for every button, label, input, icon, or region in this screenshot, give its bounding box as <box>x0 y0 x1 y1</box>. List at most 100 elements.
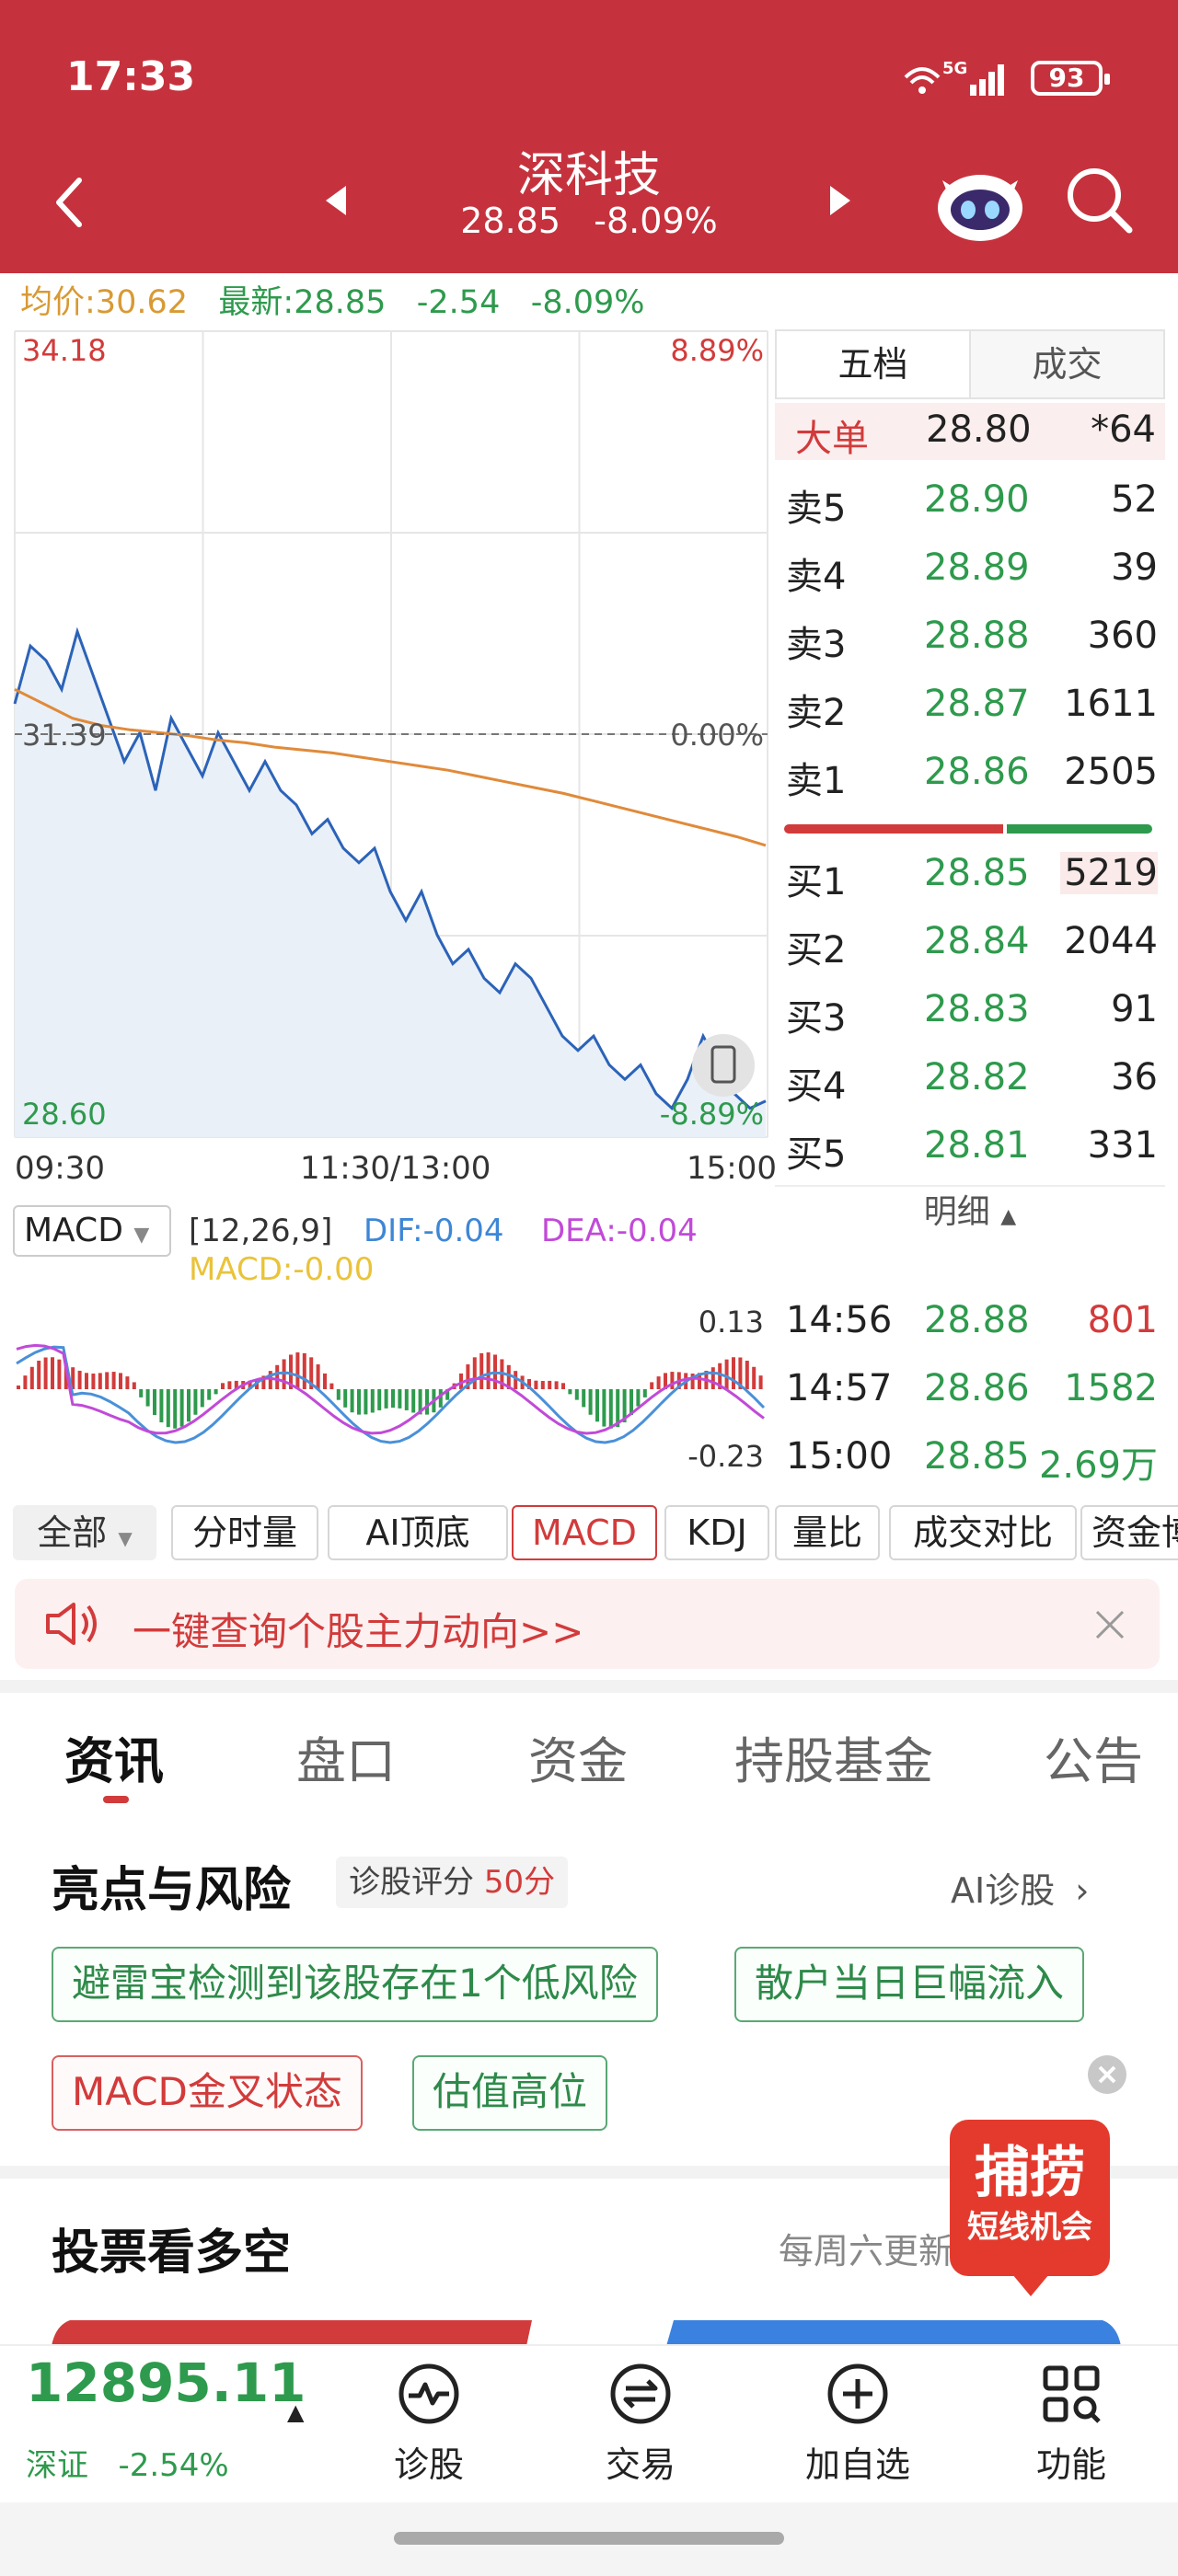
macd-bar <box>602 1389 606 1427</box>
prev-stock-icon[interactable] <box>322 182 350 219</box>
macd-bar <box>384 1389 388 1409</box>
macd-bar <box>472 1357 477 1389</box>
macd-bar <box>111 1372 116 1389</box>
nav-trade[interactable]: 交易 <box>576 2361 705 2490</box>
dea-line <box>16 1343 765 1435</box>
macd-bar <box>214 1389 218 1395</box>
y-bottom-price: 28.60 <box>22 1097 107 1132</box>
intraday-chart[interactable]: 34.18 8.89% 31.39 0.00% 28.60 -8.89% <box>13 329 773 1141</box>
caret-up-icon[interactable]: ▲ <box>287 2399 304 2425</box>
robot-assistant-icon[interactable] <box>930 162 1031 245</box>
ask-row: 卖2 28.87 1611 <box>786 683 1158 734</box>
ai-diagnose-label: AI诊股 <box>951 1870 1056 1911</box>
macd-bar <box>425 1389 429 1415</box>
vote-ratio-bar <box>52 2320 1121 2346</box>
macd-bar <box>77 1370 82 1389</box>
tab-five-levels[interactable]: 五档 <box>777 331 971 397</box>
nav-functions[interactable]: 功能 <box>1007 2361 1136 2490</box>
macd-bar <box>588 1389 593 1415</box>
tag-retail-inflow[interactable]: 散户当日巨幅流入 <box>734 1947 1085 2022</box>
macd-bar <box>29 1366 34 1389</box>
macd-bar <box>37 1360 41 1389</box>
latest-price-label: 最新: <box>218 284 294 321</box>
macd-bar <box>636 1389 641 1407</box>
tab-volume-ratio[interactable]: 量比 <box>775 1505 880 1560</box>
tab-ai-top-bottom[interactable]: AI顶底 <box>328 1505 508 1560</box>
add-icon <box>827 2363 888 2424</box>
nav-functions-label: 功能 <box>1035 2444 1106 2485</box>
macd-bar <box>132 1382 136 1389</box>
tag-low-risk[interactable]: 避雷宝检测到该股存在1个低风险 <box>52 1947 658 2022</box>
macd-bar <box>656 1376 661 1389</box>
macd-bar <box>377 1389 382 1410</box>
macd-bar <box>758 1375 763 1389</box>
tab-holding-funds[interactable]: 持股基金 <box>734 1720 933 1793</box>
tab-trade-compare[interactable]: 成交对比 <box>889 1505 1077 1560</box>
tab-capital[interactable]: 资金博 <box>1080 1505 1178 1560</box>
trade-detail-toggle[interactable]: 明细 ▲ <box>775 1185 1165 1240</box>
indicator-dropdown[interactable]: MACD ▼ <box>13 1205 171 1257</box>
chevron-down-icon: ▼ <box>133 1224 150 1247</box>
nav-diagnose[interactable]: 诊股 <box>364 2361 493 2490</box>
section-divider <box>0 1680 1178 1693</box>
tab-news[interactable]: 资讯 <box>64 1720 164 1793</box>
tag-high-valuation[interactable]: 估值高位 <box>412 2055 608 2131</box>
macd-bar <box>17 1386 20 1389</box>
tab-capital-flow[interactable]: 资金 <box>528 1720 628 1793</box>
macd-bar <box>710 1367 715 1389</box>
stock-price-line: 28.85 -8.09% <box>405 201 773 241</box>
macd-bar <box>534 1380 538 1389</box>
macd-histogram <box>17 1351 763 1429</box>
nav-add-watchlist[interactable]: 加自选 <box>793 2361 922 2490</box>
macd-bar <box>193 1389 198 1415</box>
chevron-up-icon: ▲ <box>1000 1205 1017 1228</box>
tab-kdj[interactable]: KDJ <box>664 1505 769 1560</box>
macd-bar <box>227 1381 232 1389</box>
macd-bar <box>398 1389 402 1409</box>
big-order-price: 28.80 <box>926 408 1032 451</box>
macd-params: [12,26,9] <box>189 1213 333 1249</box>
grid-icon <box>1043 2365 1101 2423</box>
macd-bar <box>540 1381 545 1389</box>
macd-bar <box>343 1389 348 1408</box>
next-stock-icon[interactable] <box>826 182 854 219</box>
bid-row: 买1 28.85 5219 <box>786 852 1158 903</box>
close-promo-icon[interactable] <box>1088 2055 1126 2094</box>
search-icon[interactable] <box>1063 164 1137 237</box>
index-value[interactable]: 12895.11 <box>26 2352 306 2414</box>
index-name: 深证 <box>26 2447 88 2484</box>
macd-bar <box>752 1366 756 1389</box>
tab-announcements[interactable]: 公告 <box>1044 1720 1143 1793</box>
macd-bar <box>642 1389 647 1397</box>
tab-time-volume[interactable]: 分时量 <box>171 1505 318 1560</box>
macd-chart[interactable]: 0.13 -0.23 <box>13 1297 773 1494</box>
macd-bar <box>187 1389 191 1422</box>
y-mid-price: 31.39 <box>22 718 107 753</box>
ai-diagnose-link[interactable]: AI诊股 › <box>951 1862 1090 1913</box>
macd-bar <box>85 1373 88 1389</box>
macd-bar <box>302 1352 306 1389</box>
macd-bar <box>159 1389 164 1423</box>
rotate-screen-icon[interactable] <box>692 1034 755 1097</box>
tab-macd[interactable]: MACD <box>512 1505 657 1560</box>
back-arrow-icon[interactable] <box>52 175 88 230</box>
macd-bar <box>91 1373 96 1389</box>
status-time: 17:33 <box>66 53 196 100</box>
tag-macd-golden-cross[interactable]: MACD金叉状态 <box>52 2055 363 2131</box>
main-force-banner[interactable]: 一键查询个股主力动向>> <box>15 1579 1160 1669</box>
y-top-pct: 8.89% <box>670 333 764 368</box>
home-indicator[interactable] <box>394 2532 784 2545</box>
index-name-change: 深证 -2.54% <box>26 2440 229 2485</box>
big-order-label: 大单 <box>795 418 869 460</box>
trade-row: 14:56 28.88 801 <box>786 1299 1158 1341</box>
bid-row: 买5 28.81 331 <box>786 1124 1158 1176</box>
macd-bar <box>724 1359 729 1389</box>
tab-order-book[interactable]: 盘口 <box>296 1720 396 1793</box>
vote-title: 投票看多空 <box>52 2225 292 2281</box>
close-icon[interactable] <box>1093 1608 1126 1641</box>
tab-trades[interactable]: 成交 <box>971 331 1163 397</box>
order-book-tabs: 五档 成交 <box>775 329 1165 399</box>
promo-badge[interactable]: 捕捞 短线机会 <box>948 2118 1112 2298</box>
tab-all[interactable]: 全部 ▼ <box>13 1505 156 1560</box>
macd-bar <box>23 1375 28 1389</box>
